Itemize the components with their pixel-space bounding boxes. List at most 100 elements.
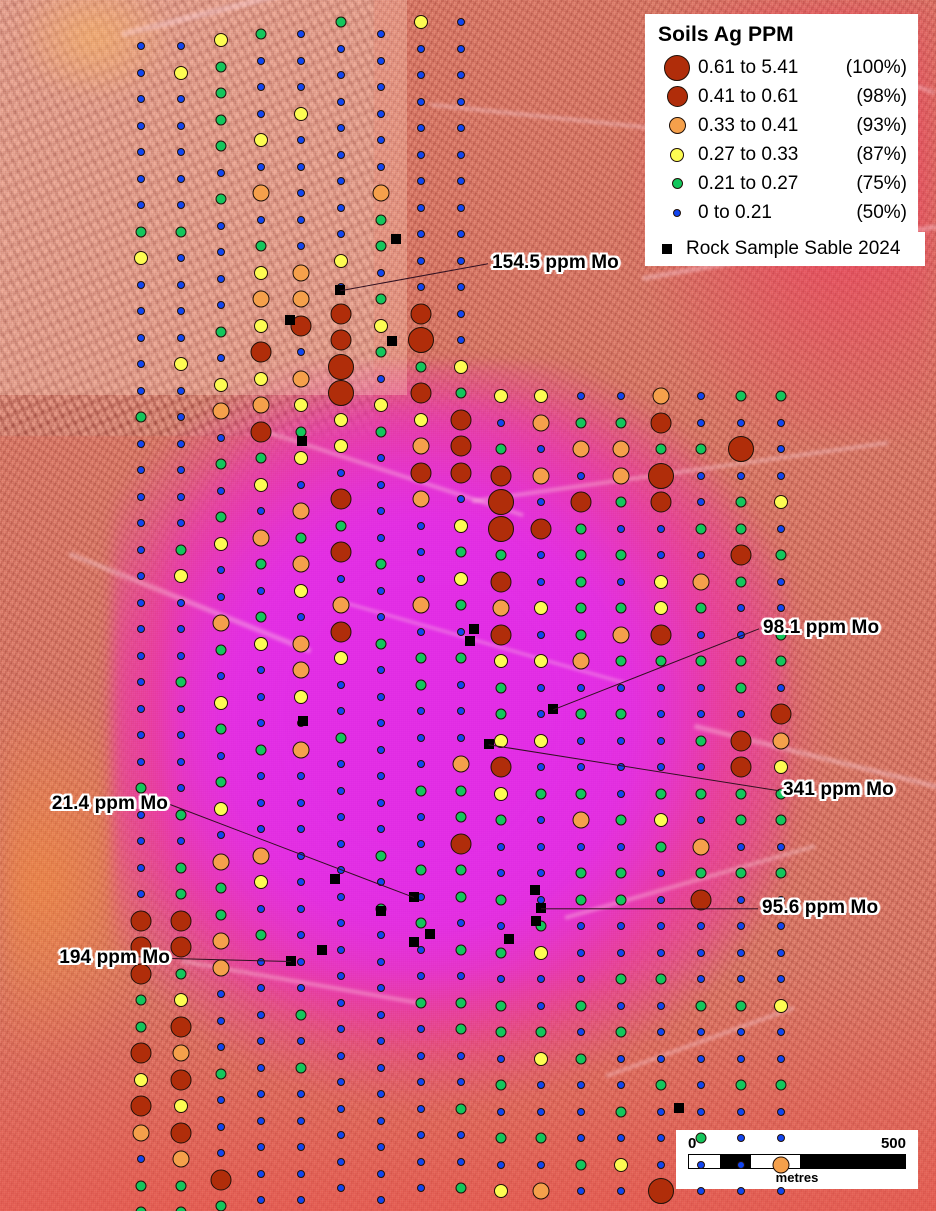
soil-sample-point bbox=[217, 486, 225, 495]
soil-sample-point bbox=[575, 1159, 587, 1170]
soil-sample-point bbox=[735, 496, 747, 508]
soil-sample-point bbox=[737, 842, 745, 851]
soil-sample-point bbox=[575, 1053, 587, 1064]
soil-sample-point bbox=[257, 666, 265, 674]
soil-sample-point bbox=[250, 341, 272, 363]
soil-sample-point bbox=[617, 524, 625, 533]
scale-bar-units: metres bbox=[775, 1170, 819, 1185]
soil-sample-point bbox=[777, 842, 785, 851]
soil-sample-point bbox=[215, 882, 227, 894]
soil-sample-point bbox=[335, 732, 347, 743]
soil-sample-point bbox=[377, 1196, 385, 1204]
soil-sample-point bbox=[497, 1054, 505, 1063]
soil-sample-point bbox=[737, 604, 745, 612]
soil-sample-point bbox=[537, 975, 545, 983]
soil-sample-point bbox=[337, 892, 345, 901]
soil-sample-point bbox=[330, 303, 352, 324]
scale-bar: 0 500 metres bbox=[676, 1130, 918, 1189]
rock-sample-swatch-icon bbox=[662, 244, 672, 254]
soil-sample-point bbox=[494, 654, 508, 668]
soil-sample-point bbox=[775, 655, 787, 667]
soil-sample-point bbox=[215, 114, 227, 125]
soil-sample-point bbox=[294, 106, 308, 121]
soil-sample-point bbox=[775, 1079, 787, 1091]
soil-sample-point bbox=[297, 242, 305, 250]
soil-sample-point bbox=[137, 386, 145, 395]
soil-sample-point bbox=[537, 869, 545, 877]
soil-sample-point bbox=[457, 919, 465, 927]
soil-sample-point bbox=[137, 307, 145, 315]
soil-sample-point bbox=[375, 850, 387, 861]
soil-sample-point bbox=[337, 177, 345, 185]
soil-sample-point bbox=[377, 984, 385, 992]
soil-sample-point bbox=[577, 948, 585, 957]
soil-sample-point bbox=[575, 894, 587, 905]
soil-sample-point bbox=[615, 814, 627, 826]
soil-sample-point bbox=[455, 1103, 467, 1114]
soil-sample-point bbox=[137, 545, 145, 554]
soil-sample-point bbox=[537, 1160, 545, 1169]
soil-sample-point bbox=[652, 387, 670, 405]
soil-sample-point bbox=[297, 904, 305, 913]
soil-sample-point bbox=[537, 763, 545, 771]
soil-sample-point bbox=[377, 1063, 385, 1072]
soil-sample-point bbox=[414, 15, 428, 29]
soil-sample-point bbox=[697, 975, 705, 983]
soil-sample-point bbox=[735, 867, 747, 879]
soil-sample-point bbox=[455, 811, 467, 823]
soil-sample-point bbox=[537, 1107, 545, 1116]
soil-sample-point bbox=[777, 683, 785, 692]
soil-sample-point bbox=[615, 602, 627, 614]
soil-sample-point bbox=[697, 948, 705, 957]
legend-swatch-icon-2 bbox=[656, 117, 698, 134]
soil-sample-point bbox=[137, 466, 145, 474]
soil-sample-point bbox=[255, 452, 267, 464]
soil-sample-point bbox=[137, 174, 145, 183]
soil-sample-point bbox=[615, 894, 627, 905]
soil-sample-point bbox=[575, 629, 587, 640]
soil-sample-point bbox=[695, 523, 707, 534]
soil-sample-point bbox=[377, 1116, 385, 1125]
soil-sample-point bbox=[617, 1054, 625, 1063]
soil-sample-point bbox=[177, 254, 185, 262]
soil-sample-point bbox=[177, 148, 185, 156]
soil-sample-point bbox=[657, 1160, 665, 1169]
soil-sample-point bbox=[617, 736, 625, 745]
soil-sample-point bbox=[255, 28, 267, 40]
soil-sample-point bbox=[377, 480, 385, 489]
legend-range-label-4: 0.21 to 0.27 bbox=[698, 172, 799, 194]
soil-sample-point bbox=[377, 136, 385, 144]
soil-sample-point bbox=[377, 30, 385, 38]
soil-sample-point bbox=[774, 998, 788, 1013]
soil-sample-point bbox=[177, 201, 185, 209]
soil-sample-point bbox=[172, 1044, 190, 1062]
soil-sample-point bbox=[577, 763, 585, 771]
soil-sample-point bbox=[377, 268, 385, 277]
soil-sample-point bbox=[417, 97, 425, 106]
soil-sample-point bbox=[775, 814, 787, 826]
scale-max-label: 500 bbox=[880, 1135, 906, 1152]
soil-sample-point bbox=[577, 975, 585, 983]
soil-sample-point bbox=[377, 374, 385, 383]
legend-percent-label-0: (100%) bbox=[845, 56, 907, 78]
soil-sample-point bbox=[737, 710, 745, 718]
soil-sample-point bbox=[457, 336, 465, 344]
soil-sample-point bbox=[534, 654, 548, 668]
soil-sample-point bbox=[457, 309, 465, 318]
soil-sample-point bbox=[137, 890, 145, 898]
soil-sample-point bbox=[292, 635, 310, 652]
soil-sample-point bbox=[137, 704, 145, 713]
soil-sample-point bbox=[537, 577, 545, 586]
soil-sample-point bbox=[135, 411, 147, 423]
soil-sample-point bbox=[457, 97, 465, 106]
soil-sample-point bbox=[217, 221, 225, 230]
soil-sample-point bbox=[215, 61, 227, 72]
soil-sample-point bbox=[417, 203, 425, 212]
soil-sample-point bbox=[170, 1069, 192, 1090]
soil-sample-point bbox=[697, 922, 705, 930]
soil-sample-point bbox=[454, 359, 468, 374]
soil-sample-point bbox=[337, 203, 345, 212]
soil-sample-point bbox=[577, 683, 585, 692]
soil-sample-point bbox=[488, 489, 514, 515]
soil-sample-point bbox=[174, 65, 188, 80]
